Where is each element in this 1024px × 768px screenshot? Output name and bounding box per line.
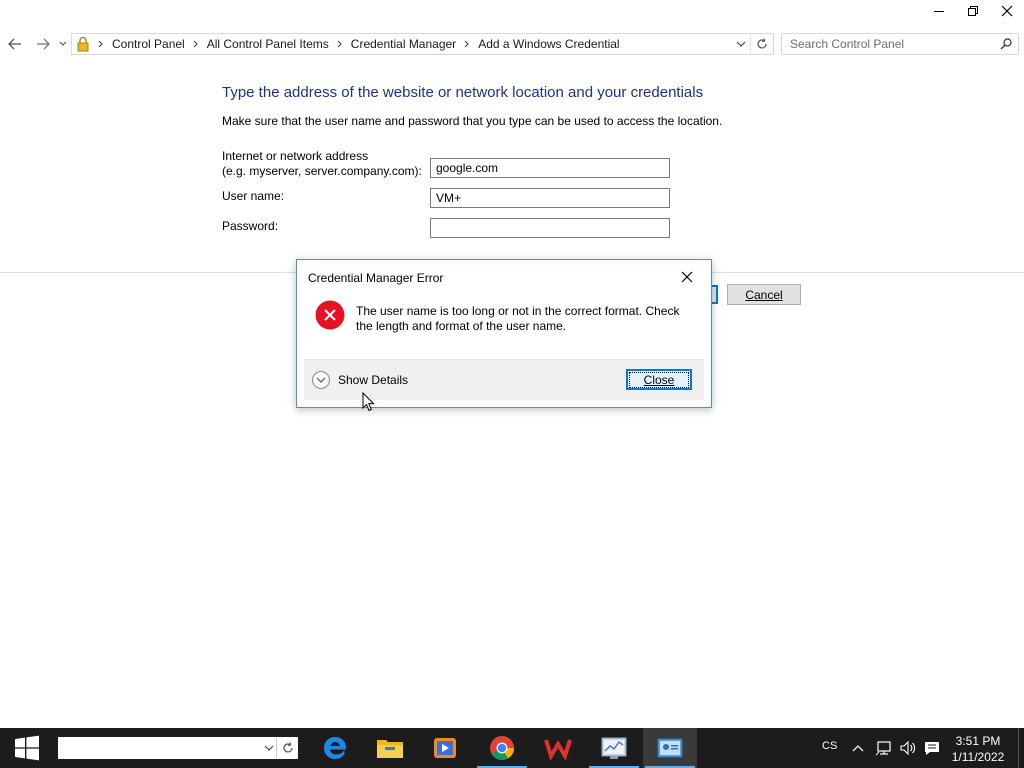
username-input[interactable]: VM+ [430, 188, 670, 208]
address-label: Internet or network address (e.g. myserv… [222, 149, 422, 179]
address-label-line1: Internet or network address [222, 149, 369, 163]
close-button-label: Close [628, 371, 690, 388]
dialog-close-button[interactable] [675, 267, 699, 287]
chrome-icon[interactable] [475, 728, 529, 768]
error-message: The user name is too long or not in the … [356, 304, 680, 333]
close-window-button[interactable] [990, 0, 1024, 22]
search-box[interactable]: Search Control Panel [781, 33, 1019, 55]
performance-monitor-icon[interactable] [587, 728, 641, 768]
address-label-line2: (e.g. myserver, server.company.com): [222, 164, 422, 178]
show-details-label: Show Details [338, 373, 409, 387]
refresh-icon [757, 38, 767, 49]
forward-button[interactable] [32, 30, 54, 58]
breadcrumb-all-items[interactable]: All Control Panel Items [203, 37, 333, 51]
breadcrumb-separator [189, 40, 203, 48]
error-dialog: Credential Manager Error The user name i… [296, 259, 712, 408]
dialog-title: Credential Manager Error [308, 271, 444, 285]
navigation-bar: Control Panel All Control Panel Items Cr… [0, 30, 1024, 58]
restore-icon [968, 6, 978, 16]
taskbar-search-box[interactable] [58, 737, 298, 759]
network-icon[interactable] [875, 740, 893, 756]
page-instructions: Make sure that the user name and passwor… [222, 114, 723, 128]
close-icon [681, 271, 693, 283]
restore-button[interactable] [956, 0, 990, 22]
credential-manager-icon[interactable] [643, 728, 697, 768]
close-icon [1001, 5, 1013, 17]
search-icon[interactable] [994, 34, 1018, 54]
page-title: Type the address of the website or netwo… [222, 84, 704, 101]
minimize-icon [934, 11, 944, 12]
media-player-icon[interactable] [418, 728, 472, 768]
cancel-button-label: Cancel [745, 287, 783, 302]
password-input[interactable] [430, 218, 670, 238]
show-details-toggle[interactable]: Show Details [312, 369, 408, 391]
address-history-button[interactable] [731, 34, 751, 54]
minimize-button[interactable] [922, 0, 956, 22]
network-address-input[interactable]: google.com [430, 158, 670, 178]
back-button[interactable] [4, 30, 26, 58]
chevron-down-icon [312, 371, 330, 389]
edge-icon[interactable] [308, 728, 362, 768]
arrow-right-icon [37, 38, 50, 50]
breadcrumb-separator [460, 40, 474, 48]
chevron-down-icon [59, 41, 67, 46]
refresh-icon[interactable] [276, 738, 298, 758]
clock-time: 3:51 PM [955, 734, 1001, 748]
volume-icon[interactable] [899, 740, 917, 756]
search-input[interactable]: Search Control Panel [782, 37, 994, 51]
password-label: Password: [222, 219, 279, 233]
recent-locations-button[interactable] [56, 30, 70, 58]
breadcrumb-credential-manager[interactable]: Credential Manager [347, 37, 460, 51]
input-language-indicator[interactable]: CS [822, 740, 837, 752]
cancel-button[interactable]: Cancel [727, 284, 801, 305]
window-controls [922, 0, 1024, 22]
error-icon [315, 300, 345, 330]
dialog-close-action-button[interactable]: Close [626, 369, 692, 390]
clock-date: 1/11/2022 [951, 750, 1005, 764]
chevron-up-icon [852, 745, 864, 752]
breadcrumb-control-panel[interactable]: Control Panel [108, 37, 189, 51]
breadcrumb-separator [333, 40, 347, 48]
breadcrumb-add-credential[interactable]: Add a Windows Credential [474, 37, 623, 51]
address-bar[interactable]: Control Panel All Control Panel Items Cr… [71, 33, 774, 55]
wps-office-icon[interactable] [531, 728, 585, 768]
chevron-down-icon[interactable] [262, 738, 276, 758]
arrow-left-icon [8, 38, 21, 50]
credential-lock-icon [72, 34, 94, 54]
show-desktop-button[interactable] [1018, 728, 1024, 768]
refresh-button[interactable] [751, 34, 773, 54]
taskbar: CS 3:51 PM 1/11/2022 [0, 728, 1024, 768]
file-explorer-icon[interactable] [363, 728, 417, 768]
chevron-down-icon [736, 41, 745, 47]
show-hidden-icons-button[interactable] [849, 740, 867, 756]
action-center-icon[interactable] [923, 740, 941, 756]
system-clock[interactable]: 3:51 PM 1/11/2022 [944, 733, 1012, 765]
start-button[interactable] [0, 728, 54, 768]
mouse-cursor-icon [362, 391, 375, 415]
username-label: User name: [222, 189, 285, 203]
windows-logo-icon [15, 735, 39, 761]
breadcrumb-separator [94, 40, 108, 48]
